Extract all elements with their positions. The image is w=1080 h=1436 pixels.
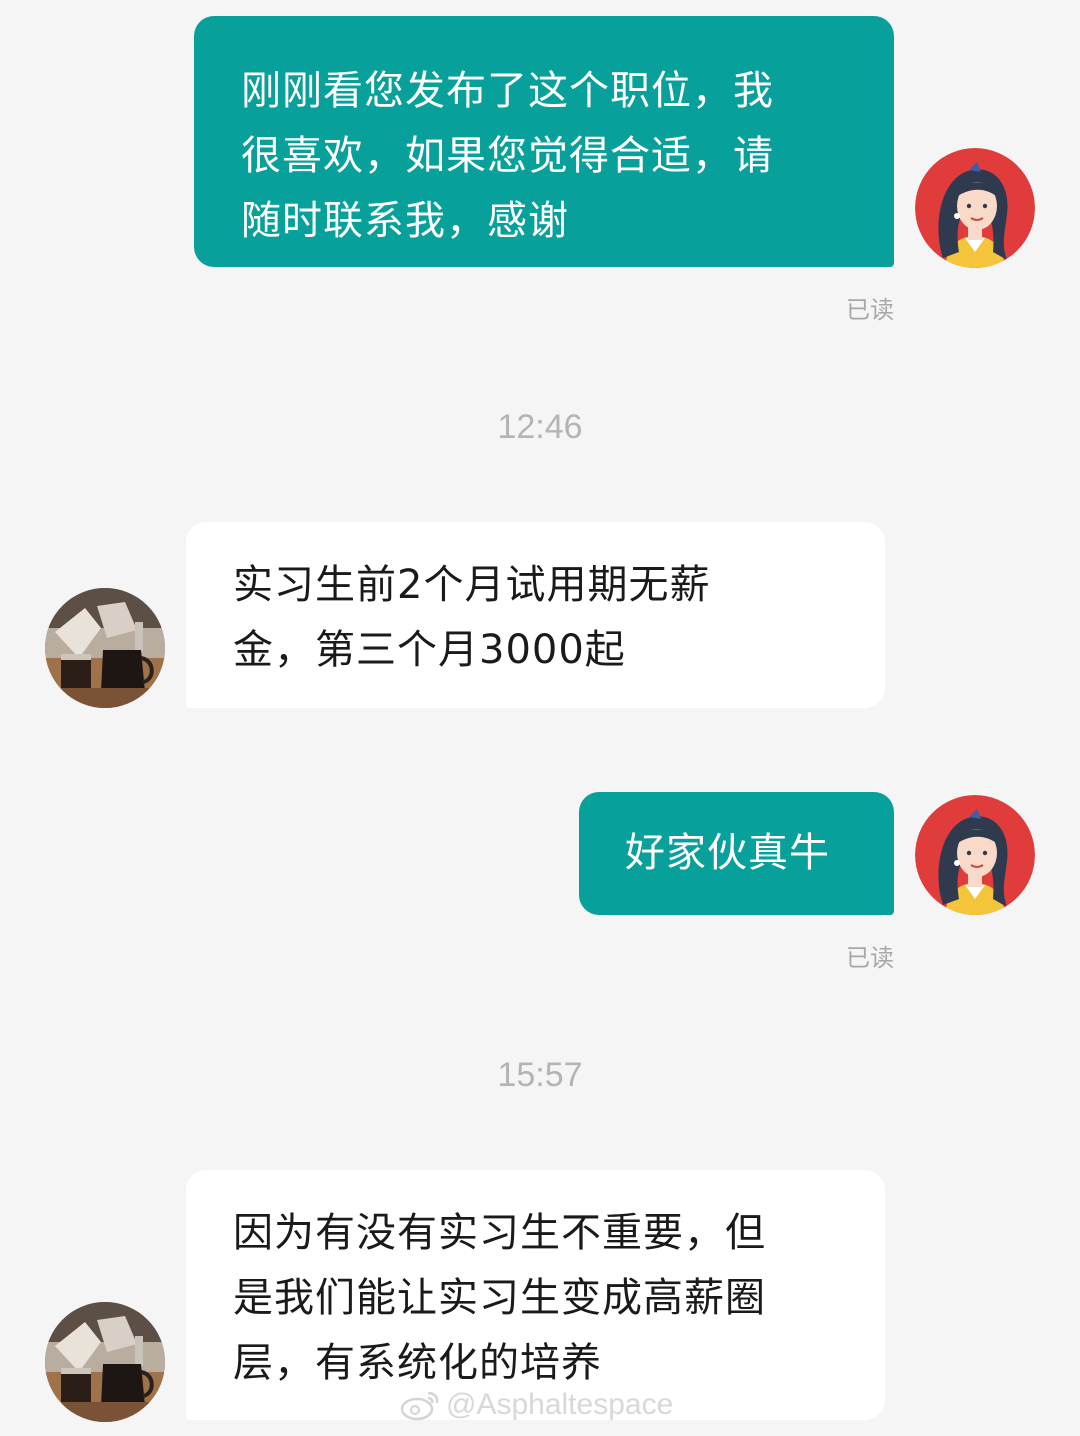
outgoing-message-bubble[interactable]: 刚刚看您发布了这个职位，我 很喜欢，如果您觉得合适，请 随时联系我，感谢: [194, 16, 894, 267]
contact-avatar[interactable]: [45, 588, 165, 708]
coffee-photo-avatar: [45, 1302, 165, 1422]
watermark: @Asphaltespace: [400, 1388, 673, 1422]
message-text: 好家伙真牛: [625, 830, 830, 876]
woman-avatar-icon: [915, 795, 1035, 915]
incoming-message-bubble[interactable]: 实习生前2个月试用期无薪 金，第三个月3000起: [186, 522, 885, 708]
message-text: 随时联系我，感谢: [241, 198, 569, 244]
read-status: 已读: [846, 296, 894, 324]
weibo-icon: [400, 1391, 439, 1421]
message-text: 实习生前2个月试用期无薪: [233, 562, 711, 608]
message-text: 层，有系统化的培养: [233, 1340, 602, 1386]
my-avatar[interactable]: [915, 795, 1035, 915]
read-status: 已读: [846, 944, 894, 972]
timestamp: 12:46: [497, 408, 583, 446]
outgoing-message-bubble[interactable]: 好家伙真牛: [579, 792, 894, 915]
contact-avatar[interactable]: [45, 1302, 165, 1422]
message-text: 很喜欢，如果您觉得合适，请: [241, 133, 774, 179]
watermark-text: @Asphaltespace: [446, 1388, 674, 1421]
timestamp: 15:57: [497, 1056, 583, 1094]
message-text: 刚刚看您发布了这个职位，我: [241, 68, 774, 114]
message-text: 是我们能让实习生变成高薪圈: [233, 1275, 766, 1321]
incoming-message-bubble[interactable]: 因为有没有实习生不重要，但 是我们能让实习生变成高薪圈 层，有系统化的培养: [186, 1170, 885, 1420]
message-text: 金，第三个月3000起: [233, 627, 626, 673]
message-text: 因为有没有实习生不重要，但: [233, 1210, 766, 1256]
chat-area[interactable]: 刚刚看您发布了这个职位，我 很喜欢，如果您觉得合适，请 随时联系我，感谢 已读 …: [0, 0, 1080, 1436]
my-avatar[interactable]: [915, 148, 1035, 268]
coffee-photo-avatar: [45, 588, 165, 708]
woman-avatar-icon: [915, 148, 1035, 268]
